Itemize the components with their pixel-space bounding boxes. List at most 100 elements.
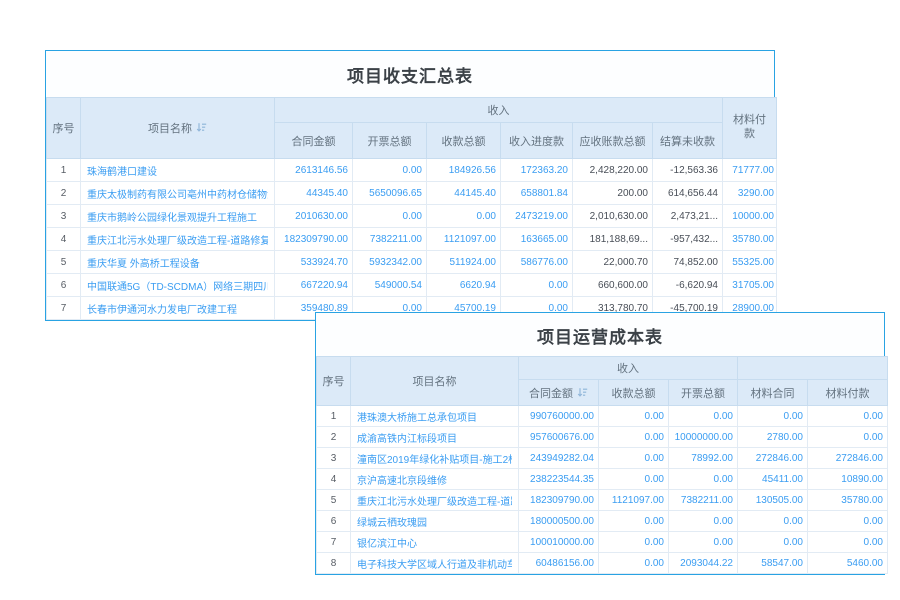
- amount-cell: 272846.00: [738, 448, 808, 469]
- amount-cell: 182309790.00: [275, 228, 353, 251]
- amount-cell: 44145.40: [427, 182, 501, 205]
- amount-cell: 5650096.65: [353, 182, 427, 205]
- row-index-cell: 4: [317, 469, 351, 490]
- project-name-link[interactable]: 重庆华夏 外高桥工程设备: [87, 255, 268, 270]
- amount-cell: 71777.00: [723, 159, 777, 182]
- amount-cell: 182309790.00: [519, 490, 599, 511]
- row-index-cell: 1: [47, 159, 81, 182]
- table-row: 1港珠澳大桥施工总承包项目990760000.000.000.000.000.0…: [317, 406, 888, 427]
- project-name-link[interactable]: 潼南区2019年绿化补贴项目-施工2标段: [357, 451, 512, 466]
- amount-cell: 1121097.00: [427, 228, 501, 251]
- column-header-project-name: 项目名称: [351, 357, 519, 406]
- column-header-project-name[interactable]: 项目名称: [81, 98, 275, 159]
- column-header-contract-amount[interactable]: 合同金额: [519, 380, 599, 406]
- column-header-material-payment: 材料付款: [723, 98, 777, 159]
- amount-cell: 45411.00: [738, 469, 808, 490]
- table-row: 3重庆市鹅岭公园绿化景观提升工程施工2010630.000.000.002473…: [47, 205, 777, 228]
- amount-cell: 163665.00: [501, 228, 573, 251]
- project-name-link[interactable]: 长春市伊通河水力发电厂改建工程: [87, 301, 268, 316]
- project-name-cell: 重庆江北污水处理厂级改造工程-道路修复工程: [81, 228, 275, 251]
- column-header-seq: 序号: [47, 98, 81, 159]
- amount-cell: 100010000.00: [519, 532, 599, 553]
- amount-cell: -12,563.36: [653, 159, 723, 182]
- amount-cell: 0.00: [599, 511, 669, 532]
- project-name-link[interactable]: 银亿滨江中心: [357, 535, 512, 550]
- amount-cell: 0.00: [738, 532, 808, 553]
- column-header: 应收账款总额: [573, 123, 653, 159]
- amount-cell: 22,000.70: [573, 251, 653, 274]
- row-index-cell: 8: [317, 553, 351, 574]
- amount-cell: 990760000.00: [519, 406, 599, 427]
- amount-cell: 35780.00: [808, 490, 888, 511]
- group-header-income: 收入: [275, 98, 723, 123]
- project-name-cell: 绿城云栖玫瑰园: [351, 511, 519, 532]
- row-index-cell: 7: [47, 297, 81, 320]
- sort-icon[interactable]: [577, 387, 588, 398]
- amount-cell: 667220.94: [275, 274, 353, 297]
- amount-cell: 5460.00: [808, 553, 888, 574]
- amount-cell: 44345.40: [275, 182, 353, 205]
- amount-cell: 511924.00: [427, 251, 501, 274]
- project-name-link[interactable]: 重庆太极制药有限公司亳州中药材仓储物流项目: [87, 186, 268, 201]
- amount-cell: 0.00: [353, 205, 427, 228]
- project-name-cell: 潼南区2019年绿化补贴项目-施工2标段: [351, 448, 519, 469]
- project-name-link[interactable]: 重庆市鹅岭公园绿化景观提升工程施工: [87, 209, 268, 224]
- amount-cell: 243949282.04: [519, 448, 599, 469]
- amount-cell: 1121097.00: [599, 490, 669, 511]
- row-index-cell: 6: [317, 511, 351, 532]
- project-name-cell: 重庆华夏 外高桥工程设备: [81, 251, 275, 274]
- amount-cell: 181,188,69...: [573, 228, 653, 251]
- table-row: 5重庆华夏 外高桥工程设备533924.705932342.00511924.0…: [47, 251, 777, 274]
- table-header: 序号 项目名称 收入 材料付款 合同金额 开票总额 收款总额 收入进度款 应收账…: [47, 98, 777, 159]
- amount-cell: 35780.00: [723, 228, 777, 251]
- amount-cell: 60486156.00: [519, 553, 599, 574]
- project-name-link[interactable]: 成渝高铁内江标段项目: [357, 430, 512, 445]
- table-row: 5重庆江北污水处理厂级改造工程-道路修复工程182309790.00112109…: [317, 490, 888, 511]
- project-name-link[interactable]: 中国联通5G（TD-SCDMA）网络三期四川工程: [87, 278, 268, 293]
- amount-cell: 0.00: [808, 406, 888, 427]
- amount-cell: 549000.54: [353, 274, 427, 297]
- project-name-link[interactable]: 珠海鹤港口建设: [87, 163, 268, 178]
- amount-cell: 2,428,220.00: [573, 159, 653, 182]
- amount-cell: 31705.00: [723, 274, 777, 297]
- table-body: 1港珠澳大桥施工总承包项目990760000.000.000.000.000.0…: [317, 406, 888, 574]
- column-header: 材料付款: [808, 380, 888, 406]
- amount-cell: 78992.00: [669, 448, 738, 469]
- amount-cell: 130505.00: [738, 490, 808, 511]
- income-expense-summary-panel: 项目收支汇总表 序号 项目名称 收入 材料付款 合同金额 开票总额 收款总额 收…: [45, 50, 775, 321]
- amount-cell: 2,010,630.00: [573, 205, 653, 228]
- amount-cell: 0.00: [738, 406, 808, 427]
- amount-cell: 74,852.00: [653, 251, 723, 274]
- table-row: 2重庆太极制药有限公司亳州中药材仓储物流项目44345.405650096.65…: [47, 182, 777, 205]
- table-row: 7银亿滨江中心100010000.000.000.000.000.00: [317, 532, 888, 553]
- project-name-link[interactable]: 绿城云栖玫瑰园: [357, 514, 512, 529]
- amount-cell: 0.00: [599, 553, 669, 574]
- table-row: 4重庆江北污水处理厂级改造工程-道路修复工程182309790.00738221…: [47, 228, 777, 251]
- row-index-cell: 3: [47, 205, 81, 228]
- table-row: 1珠海鹤港口建设2613146.560.00184926.56172363.20…: [47, 159, 777, 182]
- project-name-link[interactable]: 重庆江北污水处理厂级改造工程-道路修复工程: [357, 493, 512, 508]
- column-header-label: 项目名称: [148, 123, 192, 135]
- project-name-link[interactable]: 电子科技大学区域人行道及非机动车道工程: [357, 556, 512, 571]
- column-header: 收款总额: [427, 123, 501, 159]
- amount-cell: 272846.00: [808, 448, 888, 469]
- column-header: 开票总额: [353, 123, 427, 159]
- project-name-link[interactable]: 重庆江北污水处理厂级改造工程-道路修复工程: [87, 232, 268, 247]
- project-name-link[interactable]: 港珠澳大桥施工总承包项目: [357, 409, 512, 424]
- project-name-cell: 重庆市鹅岭公园绿化景观提升工程施工: [81, 205, 275, 228]
- amount-cell: 172363.20: [501, 159, 573, 182]
- row-index-cell: 3: [317, 448, 351, 469]
- amount-cell: 0.00: [808, 532, 888, 553]
- amount-cell: -6,620.94: [653, 274, 723, 297]
- amount-cell: 180000500.00: [519, 511, 599, 532]
- amount-cell: 238223544.35: [519, 469, 599, 490]
- row-index-cell: 5: [47, 251, 81, 274]
- project-name-link[interactable]: 京沪高速北京段维修: [357, 472, 512, 487]
- amount-cell: 58547.00: [738, 553, 808, 574]
- column-header: 材料合同: [738, 380, 808, 406]
- project-name-cell: 重庆江北污水处理厂级改造工程-道路修复工程: [351, 490, 519, 511]
- table-row: 4京沪高速北京段维修238223544.350.000.0045411.0010…: [317, 469, 888, 490]
- operating-cost-table: 序号 项目名称 收入 合同金额 收款总额 开票总额 材料合同 材料付款 1港珠澳…: [316, 356, 888, 574]
- sort-icon[interactable]: [196, 122, 207, 133]
- project-name-cell: 成渝高铁内江标段项目: [351, 427, 519, 448]
